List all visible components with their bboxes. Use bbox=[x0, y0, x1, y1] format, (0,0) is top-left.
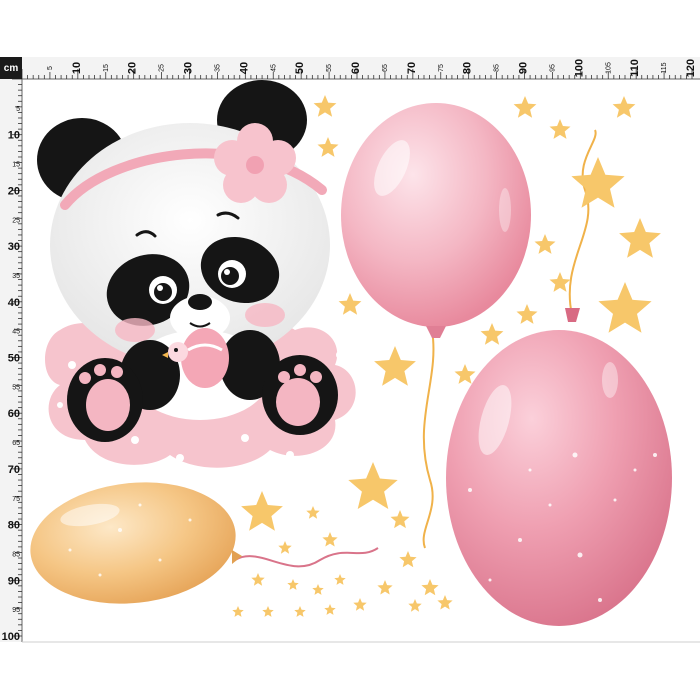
star-icon bbox=[408, 599, 422, 612]
ruler-top-label: 40 bbox=[238, 62, 250, 74]
star-icon bbox=[322, 532, 338, 547]
star-icon bbox=[348, 462, 398, 509]
ruler-left-label: 45 bbox=[12, 329, 20, 336]
ruler-top-label: 100 bbox=[573, 59, 585, 77]
star-icon bbox=[612, 96, 636, 118]
star-icon bbox=[480, 323, 504, 345]
ruler-top-label: 95 bbox=[549, 64, 556, 72]
ruler-left-label: 5 bbox=[16, 106, 20, 113]
star-icon bbox=[549, 272, 571, 292]
star-icon bbox=[338, 293, 362, 315]
star-icon bbox=[598, 282, 652, 333]
ruler-top-label: 120 bbox=[685, 59, 697, 77]
star-icon bbox=[619, 218, 661, 258]
ruler-left-label: 40 bbox=[8, 297, 20, 309]
star-icon bbox=[516, 304, 538, 324]
panda-balloon-artwork: 5 10 15 20 25 30 35 40 45 50 55 60 65 70 75 80 85 90 95 100… bbox=[0, 57, 700, 643]
star-icon bbox=[334, 574, 346, 585]
star-icon bbox=[377, 580, 393, 595]
ruler-left-label: 35 bbox=[12, 273, 20, 280]
star-icon bbox=[324, 604, 336, 615]
star-icon bbox=[390, 510, 410, 529]
ruler-left: 5 10 15 20 25 30 35 40 45 50 55 60 65 70 75 80 85 90 95 100 bbox=[0, 78, 23, 643]
ruler-left-label: 55 bbox=[12, 384, 20, 391]
ruler-top-label: 50 bbox=[294, 62, 306, 74]
ruler-left-label: 15 bbox=[12, 162, 20, 169]
ruler-top-label: 105 bbox=[605, 62, 612, 74]
ruler-top-label: 60 bbox=[350, 62, 362, 74]
ruler-left-label: 70 bbox=[8, 464, 20, 476]
ruler-left-label: 65 bbox=[12, 440, 20, 447]
star-icon bbox=[278, 541, 292, 554]
ruler-top: 5 10 15 20 25 30 35 40 45 50 55 60 65 70 75 80 85 90 95 100… bbox=[0, 57, 700, 80]
ruler-left-label: 30 bbox=[8, 241, 20, 253]
panda-icon bbox=[37, 80, 338, 442]
ruler-left-label: 85 bbox=[12, 551, 20, 558]
ruler-left-label: 75 bbox=[12, 496, 20, 503]
ruler-top-label: 45 bbox=[270, 64, 277, 72]
ruler-top-label: 85 bbox=[494, 64, 501, 72]
star-icon bbox=[251, 573, 265, 586]
ruler-top-label: 35 bbox=[214, 64, 221, 72]
ruler-top-label: 115 bbox=[661, 62, 668, 73]
star-icon bbox=[437, 595, 453, 610]
ruler-top-label: 10 bbox=[71, 62, 83, 74]
star-icon bbox=[571, 157, 625, 208]
ruler-top-label: 55 bbox=[326, 64, 333, 72]
star-icon bbox=[399, 551, 417, 568]
ruler-left-label: 10 bbox=[8, 130, 20, 142]
ruler-top-label: 90 bbox=[518, 62, 530, 74]
ruler-left-label: 100 bbox=[2, 631, 20, 643]
star-icon bbox=[306, 506, 320, 519]
ruler-top-label: 20 bbox=[127, 62, 139, 74]
ruler-left-label: 60 bbox=[8, 408, 20, 420]
ruler-top-label: 30 bbox=[183, 62, 195, 74]
star-icon bbox=[421, 579, 439, 596]
ruler-top-label: 15 bbox=[103, 64, 110, 72]
star-icon bbox=[549, 119, 571, 139]
ruler-left-label: 90 bbox=[8, 575, 20, 587]
star-icon bbox=[353, 598, 367, 611]
ruler-top-label: 25 bbox=[159, 64, 166, 72]
ruler-left-label: 50 bbox=[8, 353, 20, 365]
ruler-top-label: 70 bbox=[406, 62, 418, 74]
star-icon bbox=[241, 491, 283, 531]
star-icon bbox=[232, 606, 244, 617]
ruler-top-label: 5 bbox=[47, 66, 54, 70]
star-icon bbox=[287, 579, 299, 590]
ruler-top-label: 110 bbox=[629, 59, 641, 77]
star-icon bbox=[374, 346, 416, 386]
ruler-top-label: 75 bbox=[438, 64, 445, 72]
ruler-left-label: 80 bbox=[8, 520, 20, 532]
star-icon bbox=[317, 137, 339, 157]
balloon-icon bbox=[30, 482, 379, 604]
star-icon bbox=[294, 606, 306, 617]
star-icon bbox=[262, 606, 274, 617]
ruler-top-label: 65 bbox=[382, 64, 389, 72]
ruler-unit-label: cm bbox=[0, 57, 22, 79]
star-icon bbox=[454, 364, 476, 384]
ruler-top-label: 80 bbox=[462, 62, 474, 74]
ruler-left-label: 25 bbox=[12, 217, 20, 224]
star-icon bbox=[312, 584, 324, 595]
ruler-left-label: 95 bbox=[12, 607, 20, 614]
star-icon bbox=[313, 95, 337, 117]
star-icon bbox=[534, 234, 556, 254]
ruler-left-label: 20 bbox=[8, 185, 20, 197]
star-icon bbox=[513, 96, 537, 118]
